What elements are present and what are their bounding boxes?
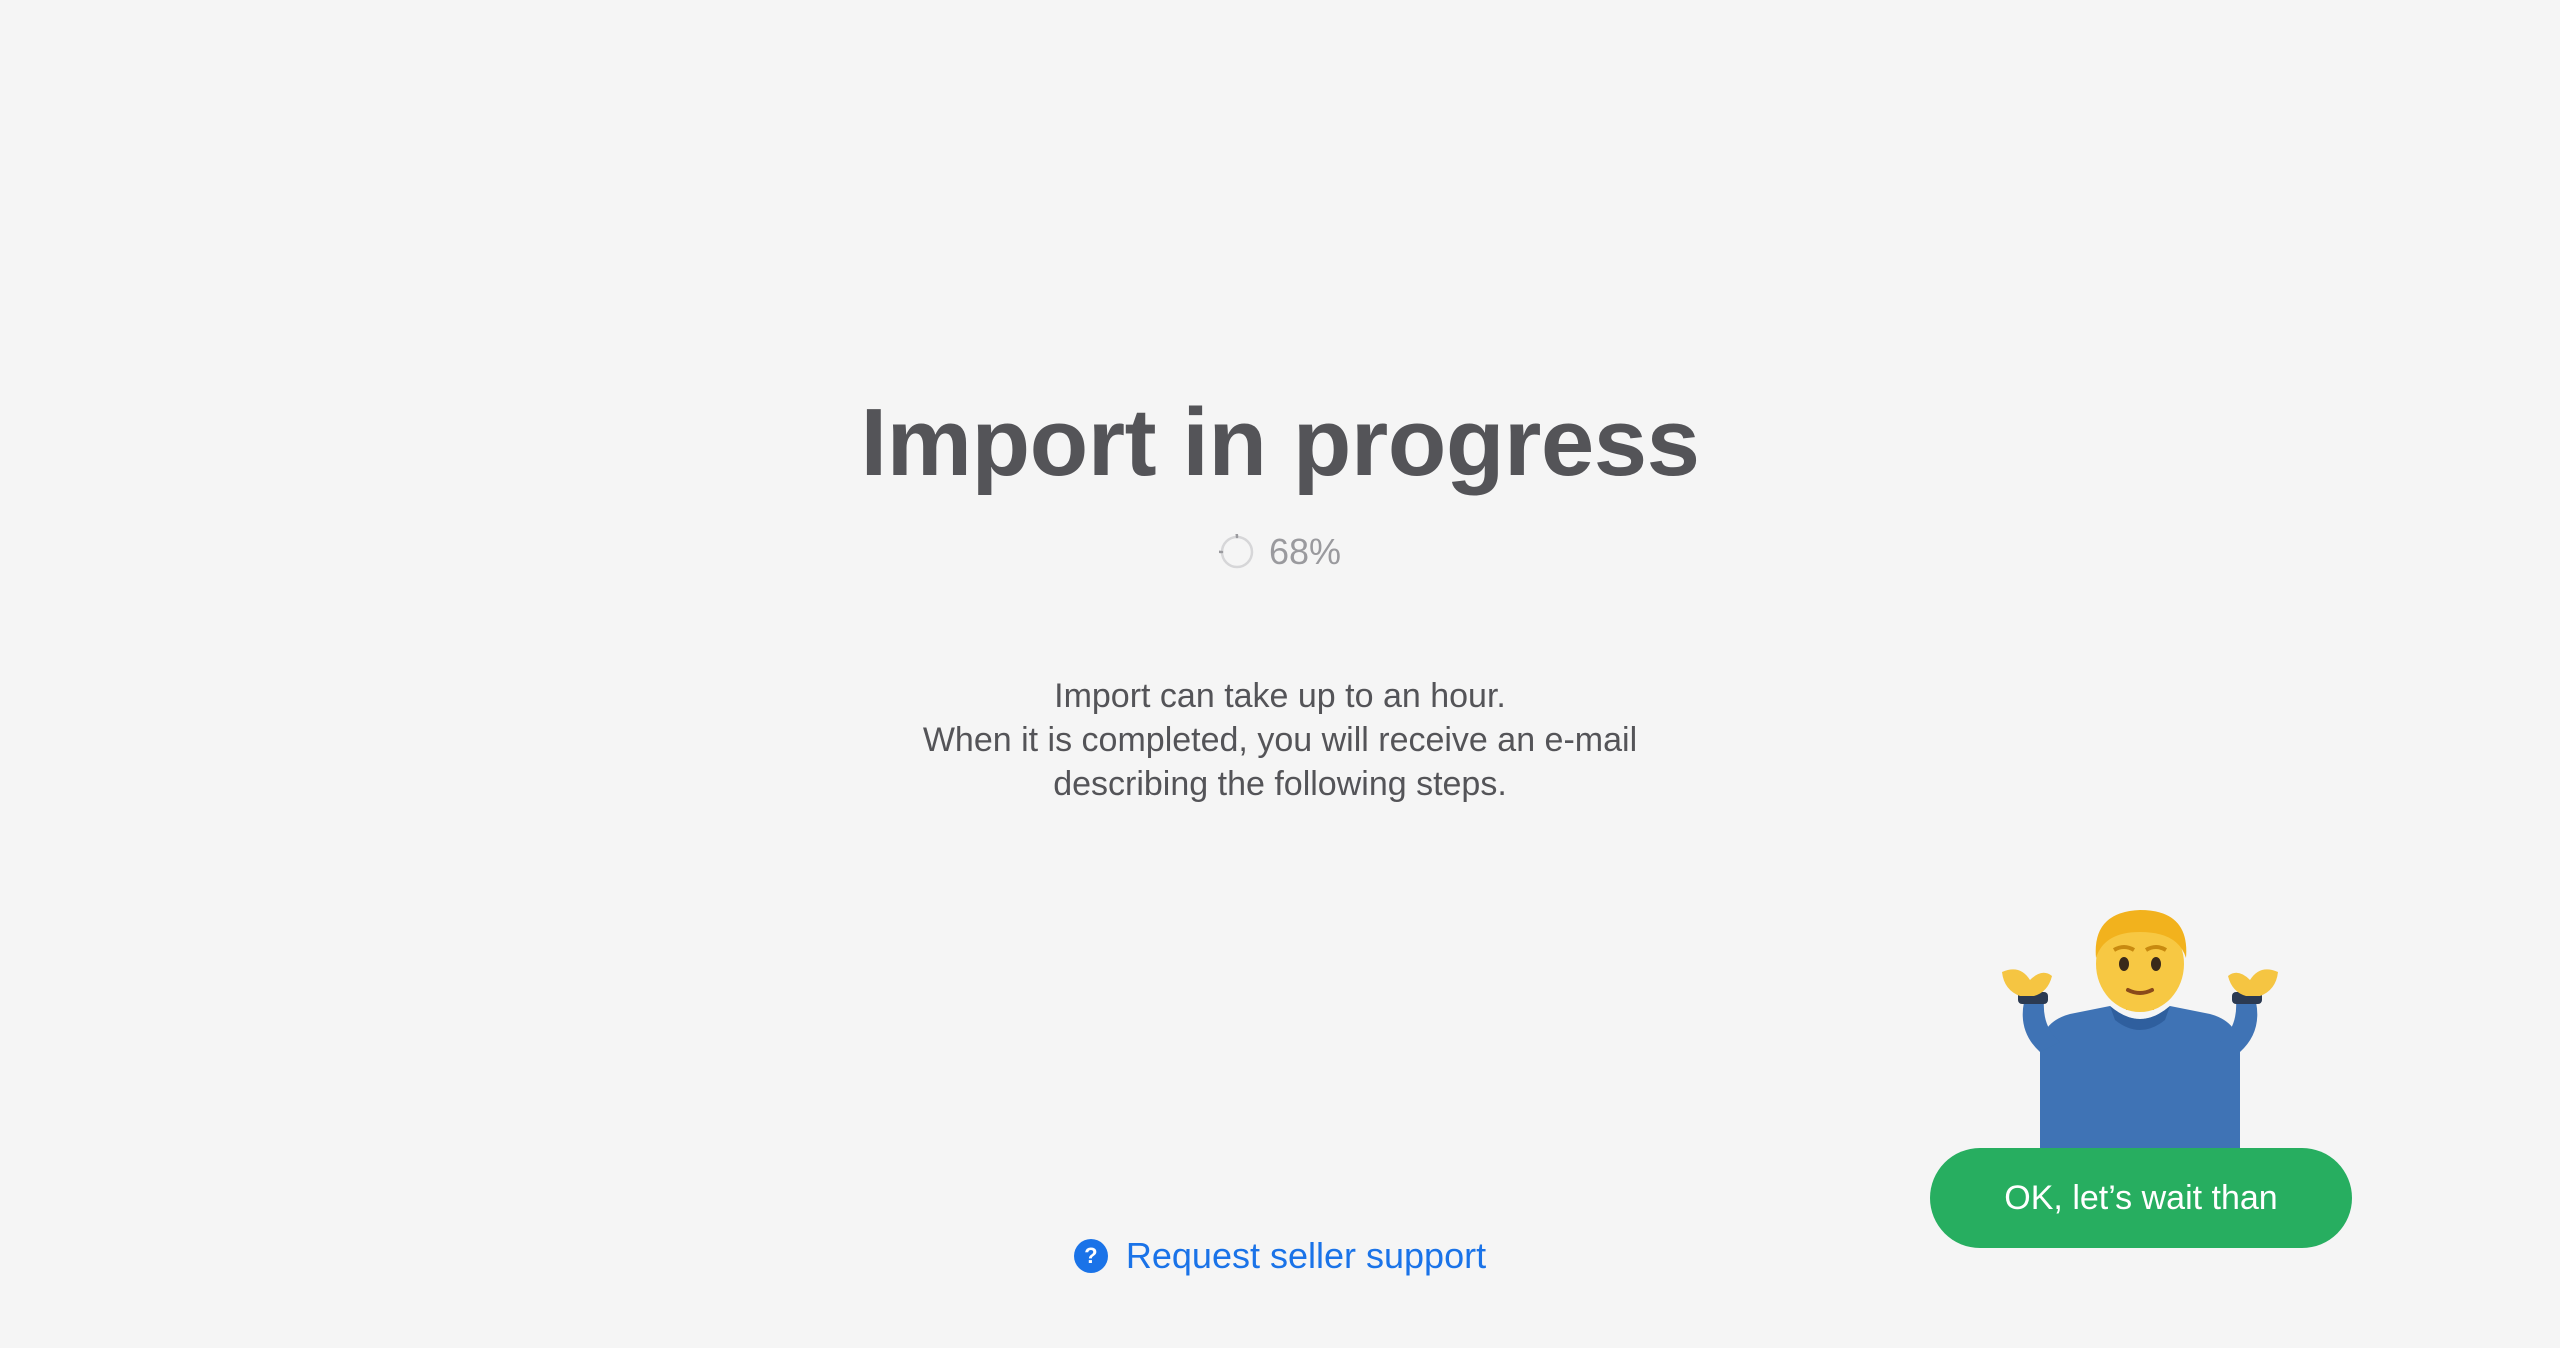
description-line: When it is completed, you will receive a… <box>922 721 1638 759</box>
import-progress-page: Import in progress 68% Import can take u… <box>0 0 2560 1348</box>
progress-indicator: 68% <box>0 530 2560 574</box>
question-icon: ? <box>1073 1239 1108 1273</box>
page-title: Import in progress <box>860 389 1700 496</box>
ok-wait-button[interactable]: OK, let’s wait than <box>1930 1148 2352 1248</box>
description-line: describing the following steps. <box>1053 765 1507 803</box>
support-link-label: Request seller support <box>1125 1235 1487 1276</box>
description-line: Import can take up to an hour. <box>1054 677 1506 715</box>
person-shrugging-icon <box>2002 910 2278 1152</box>
import-description: Import can take up to an hour. When it i… <box>0 674 2560 806</box>
spinner-icon <box>1218 534 1254 569</box>
progress-percent: 68% <box>1268 531 1342 572</box>
